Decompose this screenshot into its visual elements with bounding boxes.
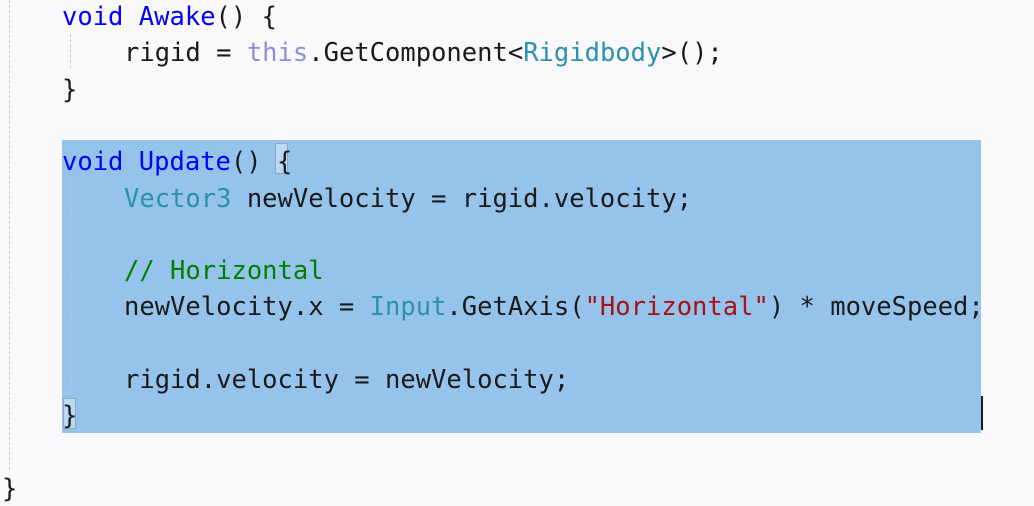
code-token: this [246,38,309,69]
code-token: Rigidbody [523,38,662,69]
code-token: Input [369,292,447,323]
code-token: // Horizontal [124,256,324,287]
indent-guide-update [70,178,71,394]
code-token: { [276,147,293,178]
code-token: void [62,147,124,178]
code-line[interactable]: void Update() { [62,145,292,179]
code-token: } [2,473,18,504]
code-token: newVelocity = rigid.velocity; [231,183,693,214]
code-token: () { [215,2,277,32]
code-token: ) * moveSpeed; [768,292,984,323]
indent-guide-awake [70,34,71,68]
code-line[interactable]: } [2,472,17,506]
code-line[interactable]: Vector3 newVelocity = rigid.velocity; [124,182,692,216]
code-token: } [62,74,78,105]
code-token: void [62,2,124,32]
code-line[interactable]: newVelocity.x = Input.GetAxis("Horizonta… [124,290,984,324]
code-token: Awake [138,2,216,32]
code-token: () [230,147,277,178]
code-token: } [62,401,78,432]
code-editor[interactable]: void Awake() {rigid = this.GetComponent<… [0,0,1034,506]
code-token: rigid.velocity = newVelocity; [124,365,570,395]
indent-guide-class [9,0,10,470]
code-token: Update [138,147,231,178]
code-line[interactable]: // Horizontal [124,254,324,288]
code-line[interactable]: rigid.velocity = newVelocity; [124,363,569,397]
code-token: Vector3 [124,183,232,214]
text-caret [981,396,983,430]
code-token: "Horizontal" [584,292,769,323]
code-token: rigid = [124,38,247,69]
code-token: newVelocity.x = [124,292,370,323]
code-line[interactable]: void Awake() { [62,0,277,34]
code-line[interactable]: rigid = this.GetComponent<Rigidbody>(); [124,36,723,70]
code-line[interactable]: } [62,399,77,433]
code-token: .GetAxis( [446,292,585,323]
code-token: .GetComponent< [308,38,524,69]
code-line[interactable]: } [62,73,77,107]
code-token: >(); [661,38,723,69]
